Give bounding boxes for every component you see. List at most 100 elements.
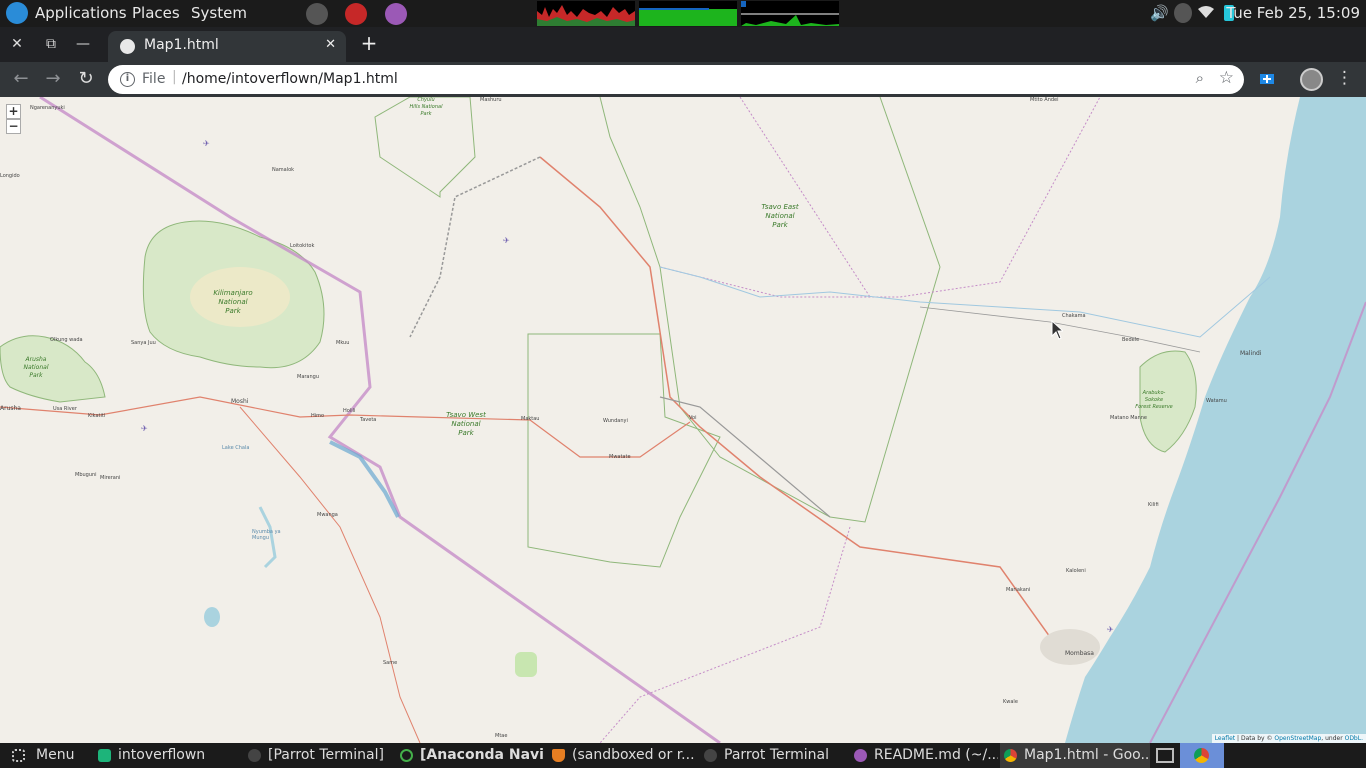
taskbar-label: Menu — [36, 747, 75, 763]
map-tiles — [0, 97, 1366, 743]
forward-icon[interactable]: → — [42, 68, 64, 90]
airport-icon: ✈ — [1107, 625, 1114, 634]
workspace-switcher-icon[interactable] — [1156, 748, 1174, 763]
place-label: Kilifi — [1148, 502, 1159, 508]
place-label: Mtito Andei — [1030, 97, 1059, 103]
mombasa-urban-area — [1040, 629, 1100, 665]
tsavo-east-label-line3: Park — [772, 221, 788, 229]
lake-jipe — [329, 440, 400, 518]
taskbar-label: README.md (~/... — [874, 747, 998, 763]
address-bar[interactable]: i File | /home/intoverflown/Map1.html ⌕ … — [108, 65, 1244, 94]
taskbar-item-chrome-map[interactable]: Map1.html - Goo... — [1000, 743, 1150, 768]
tsavo-east-label: Tsavo East National Park — [755, 203, 805, 230]
taskbar-label: Map1.html - Goo... — [1024, 747, 1150, 763]
place-label: Lake Chala — [222, 445, 250, 451]
system-menu[interactable]: System — [191, 4, 247, 22]
zoom-icon[interactable]: ⌕ — [1196, 69, 1204, 87]
taskbar-menu-button[interactable]: Menu — [8, 743, 94, 768]
reload-icon[interactable]: ↻ — [75, 68, 97, 90]
new-tab-button[interactable]: + — [358, 33, 380, 55]
bookmark-star-icon[interactable]: ☆ — [1219, 68, 1234, 88]
place-label: Kaloleni — [1066, 568, 1086, 574]
green-patch-area — [515, 652, 537, 677]
kilimanjaro-label-line2: National — [218, 298, 248, 306]
place-label: Voi — [689, 415, 697, 421]
map-viewport[interactable]: + − Tsavo East National Park Tsavo West … — [0, 97, 1366, 743]
place-label: Mashuru — [480, 97, 502, 103]
arabuko-label-line3: Forest Reserve — [1135, 404, 1173, 410]
terminal-launcher-icon[interactable] — [306, 3, 328, 25]
place-label: Watamu — [1206, 398, 1227, 404]
odbl-link[interactable]: ODbL. — [1345, 735, 1363, 742]
tab-title: Map1.html — [144, 37, 219, 53]
tab-map1[interactable]: Map1.html ✕ — [108, 31, 346, 62]
kilimanjaro-label-line1: Kilimanjaro — [213, 289, 253, 297]
place-label: Matano Manne — [1110, 415, 1148, 421]
place-label: Ngarenanyuki — [30, 105, 65, 111]
osm-link[interactable]: OpenStreetMap — [1274, 735, 1321, 742]
profile-avatar[interactable] — [1300, 68, 1323, 91]
bottom-taskbar: Menu intoverflown [Parrot Terminal] [Ana… — [0, 743, 1366, 768]
arabuko-label-line1: Arabuko- — [1142, 390, 1166, 396]
airport-icon: ✈ — [503, 236, 510, 245]
tsavo-east-label-line1: Tsavo East — [761, 203, 799, 211]
tsavo-east-label-line2: National — [765, 212, 795, 220]
taskbar-label: (sandboxed or r... — [572, 747, 694, 763]
tab-close-icon[interactable]: ✕ — [325, 37, 336, 52]
chyulu-label-line2: Hills National — [409, 104, 443, 110]
wifi-icon[interactable] — [1198, 5, 1214, 19]
root-terminal-launcher-icon[interactable] — [345, 3, 367, 25]
zoom-in-button[interactable]: + — [6, 104, 21, 119]
site-info-icon[interactable]: i — [120, 72, 135, 87]
lake-small — [204, 607, 220, 627]
window-restore-icon[interactable]: ⧉ — [42, 35, 60, 53]
place-label: Mbuguni — [75, 472, 97, 478]
place-label: Longido — [0, 173, 20, 179]
taskbar-item-sandboxed[interactable]: (sandboxed or r... — [548, 743, 694, 768]
text-editor-launcher-icon[interactable] — [385, 3, 407, 25]
place-label: Maktau — [521, 416, 540, 422]
extension-icon[interactable] — [1258, 70, 1276, 88]
taskbar-item-home-folder[interactable]: intoverflown — [94, 743, 234, 768]
place-label: Taveta — [360, 417, 377, 423]
place-label: Mtae — [495, 733, 508, 739]
back-icon[interactable]: ← — [10, 68, 32, 90]
chrome-quick-launch-icon[interactable] — [1180, 743, 1224, 768]
applications-menu[interactable]: Applications — [35, 4, 127, 22]
url-text[interactable]: /home/intoverflown/Map1.html — [182, 71, 398, 87]
chyulu-label-line3: Park — [420, 111, 432, 117]
vlc-tray-icon[interactable] — [1174, 3, 1192, 23]
arusha-label-line1: Arusha — [25, 356, 47, 363]
kilimanjaro-label: Kilimanjaro National Park — [208, 289, 258, 316]
window-minimize-icon[interactable]: — — [74, 35, 92, 53]
place-label: Mirerani — [100, 475, 121, 481]
place-label: Moshi — [231, 398, 249, 405]
taskbar-item-anaconda[interactable]: [Anaconda Navi... — [396, 743, 544, 768]
place-label: Kikatiti — [88, 413, 106, 419]
places-menu[interactable]: Places — [132, 4, 180, 22]
arabuko-label: Arabuko- Sokoke Forest Reserve — [1132, 390, 1176, 411]
galana-river — [659, 266, 1271, 338]
browser-menu-icon[interactable]: ⋮ — [1336, 68, 1353, 88]
arusha-label-line3: Park — [29, 372, 43, 379]
volume-icon[interactable]: 🔊 — [1150, 4, 1169, 22]
parrot-logo-icon[interactable] — [6, 2, 28, 24]
taskbar-item-parrot-terminal-2[interactable]: Parrot Terminal — [700, 743, 845, 768]
zoom-out-button[interactable]: − — [6, 119, 21, 134]
vlc-icon — [552, 749, 565, 762]
clock[interactable]: Tue Feb 25, 15:09 — [1226, 4, 1360, 22]
place-label: Mariakani — [1006, 587, 1031, 593]
place-label: Same — [383, 660, 398, 666]
tsavo-west-label-line3: Park — [458, 429, 474, 437]
top-system-panel: Applications Places System 🔊 Tue Feb 25,… — [0, 0, 1366, 27]
taskbar-item-readme[interactable]: README.md (~/... — [850, 743, 998, 768]
chyulu-label: Chyulu Hills National Park — [404, 97, 448, 118]
leaflet-link[interactable]: Leaflet — [1215, 735, 1235, 742]
arabuko-label-line2: Sokoke — [1144, 397, 1164, 403]
window-close-icon[interactable]: ✕ — [8, 35, 26, 53]
taskbar-item-parrot-terminal-1[interactable]: [Parrot Terminal] — [244, 743, 394, 768]
place-label: Himo — [311, 413, 325, 419]
cpu-monitor-graph — [537, 1, 635, 26]
place-label: Mwatate — [609, 454, 631, 460]
county-boundary — [659, 97, 1101, 298]
